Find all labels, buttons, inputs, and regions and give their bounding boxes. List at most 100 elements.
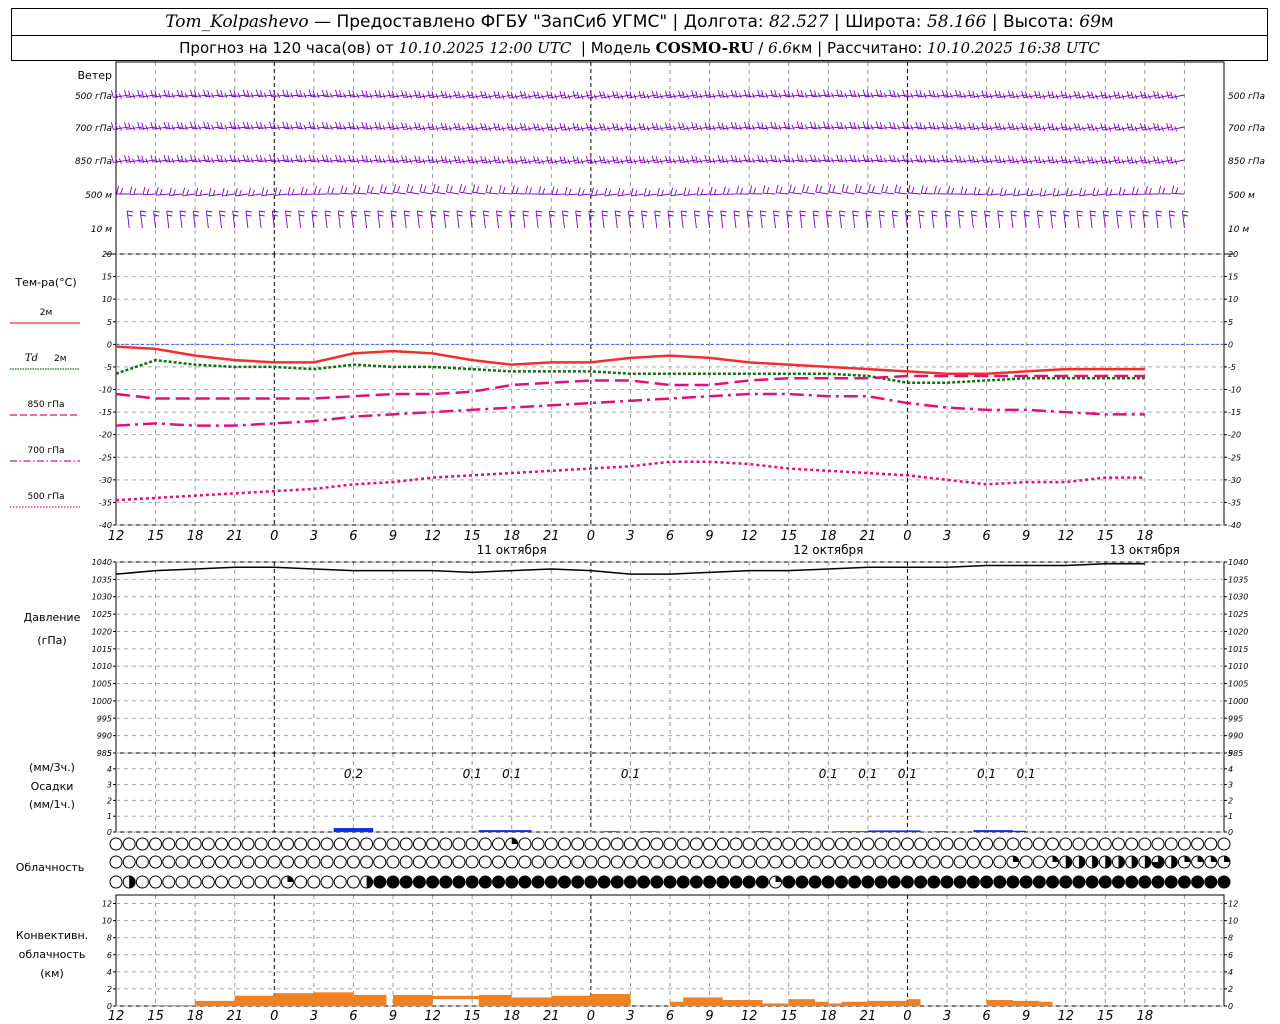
cloud-symbol [149,837,163,851]
wind-barb [997,210,1004,229]
pressure-tick-left: 1015 [92,645,112,654]
wind-barb [1116,210,1123,229]
cloud-symbol [729,837,743,851]
legend-text: 2м [54,354,67,364]
precip-tick-left: 5 [107,749,112,758]
cloud-symbol [478,855,492,869]
wind-barb [717,90,737,99]
wind-barb [643,187,657,197]
cloud-symbol [1125,837,1139,851]
wind-barb [496,210,503,229]
wind-barb [762,185,776,195]
pressure-tick-left: 1025 [92,610,112,619]
wind-barb [443,210,450,229]
wind-barb [124,155,143,164]
wind-barb [651,122,671,132]
cloud-fill [927,876,940,888]
temp-tick-left: -10 [99,386,112,395]
conv-unit: (км) [40,967,64,980]
precip-amount-label: 0.1 [819,767,838,781]
wind-barb [641,210,648,229]
cloud-fill [505,876,518,888]
wind-barb [617,187,631,197]
pressure-tick-right: 1015 [1228,645,1248,654]
cloud-fill [413,876,426,888]
wind-barb [868,183,882,195]
cloud-symbol [439,837,453,851]
wind-barb [538,186,552,195]
time-axis-label: 0 [903,529,911,544]
wind-barb [300,186,314,196]
cloud-symbol [557,837,571,851]
wind-barb [1065,187,1079,197]
cloud-symbol [914,855,928,869]
cloud-fill [775,876,782,882]
wind-barb [828,183,842,195]
cloud-symbol [808,855,822,869]
cloud-fill [452,876,465,888]
cloud-symbol [1111,837,1125,851]
wind-barb [654,210,661,229]
time-axis-label: 3 [943,529,951,544]
cloud-symbol [755,837,769,851]
cloud-symbol [782,855,796,869]
cloud-symbol [980,837,994,851]
wind-barb [733,210,741,229]
conv-tick-right: 4 [1228,968,1233,977]
cloud-fill [1046,876,1059,888]
cloud-symbol [557,855,571,869]
temp-series-line [115,374,1145,400]
cloud-symbol [834,855,848,869]
cloud-symbol [1032,855,1046,869]
wind-barb [1050,210,1057,229]
cloud-symbol [623,837,637,851]
wind-barb [651,155,671,165]
wind-barb [852,210,859,229]
cloud-symbol [346,875,360,889]
wind-barb [749,185,763,195]
conv-tick-right: 0 [1228,1002,1233,1011]
wind-barb-row [110,121,1185,132]
wind-barb [137,155,156,164]
wind-barb [944,210,952,229]
cloud-symbol [1072,837,1086,851]
cloud-fill [1072,876,1085,888]
cloud-symbol [373,837,387,851]
cloud-fill [624,876,637,888]
cloud-symbol [795,837,809,851]
wind-barb [664,155,684,164]
pressure-tick-right: 1010 [1228,662,1248,671]
pressure-tick-right: 990 [1228,732,1243,741]
bottom-time-axis-label: 21 [226,1009,243,1024]
wind-barb [931,210,938,229]
time-axis-label: 9 [1022,529,1030,544]
conv-bar [195,1000,235,1006]
precip-tick-right: 1 [1228,812,1233,821]
bottom-time-axis-label: 12 [1057,1009,1074,1024]
cloud-symbol [610,855,624,869]
cloud-fill [511,838,518,844]
cloud-fill [1218,876,1230,888]
precip-bar [333,828,374,832]
temp-tick-right: -30 [1228,476,1241,485]
wind-barb [535,210,543,229]
wind-barb [664,122,684,131]
cloud-fill [1224,856,1230,862]
bottom-time-axis-label: 15 [147,1009,164,1024]
temp-tick-left: 0 [107,340,112,349]
temp-tick-left: 5 [107,318,112,327]
temp-tick-right: 5 [1228,318,1233,327]
wind-barb [271,210,279,229]
cloud-symbol [610,837,624,851]
pressure-tick-right: 1000 [1228,697,1248,706]
cloud-fill [1144,856,1151,868]
cloud-symbol [320,837,334,851]
wind-barb [116,185,130,195]
cloud-symbol [584,837,598,851]
wind-barb [591,187,605,197]
conv-bar [393,994,433,1006]
wind-barb [562,210,569,229]
wind-barb [746,210,754,229]
precip-amount-label: 0.2 [344,767,363,781]
wind-barb [825,210,833,229]
